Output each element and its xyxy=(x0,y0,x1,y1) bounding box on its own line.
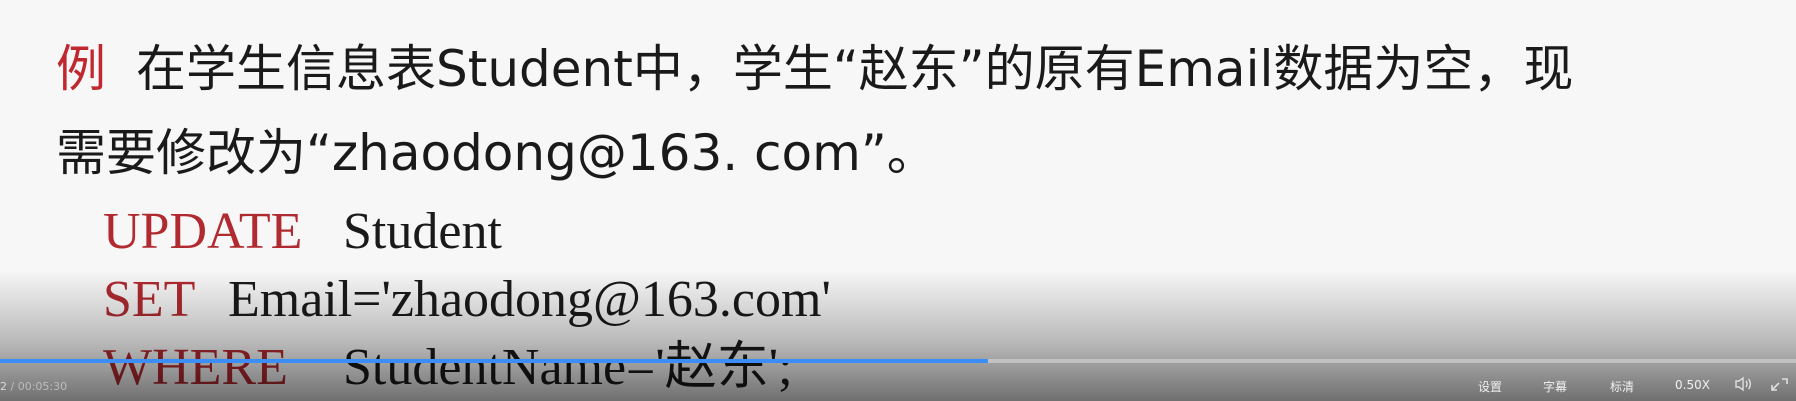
sql-table-name: Student xyxy=(343,203,502,260)
sql-set-clause: Email='zhaodong@163.com' xyxy=(228,271,831,328)
subtitles-button[interactable]: 字幕 xyxy=(1543,378,1567,395)
volume-icon[interactable] xyxy=(1734,376,1752,392)
progress-bar[interactable] xyxy=(0,359,1796,363)
question-line-1: 例在学生信息表Student中，学生“赵东”的原有Email数据为空，现 xyxy=(56,44,1573,94)
sql-keyword-update: UPDATE xyxy=(103,203,303,260)
sql-keyword-set: SET xyxy=(103,271,196,328)
current-time: 2 xyxy=(0,380,7,393)
quality-button[interactable]: 标清 xyxy=(1610,378,1634,395)
time-display: 2 / 00:05:30 xyxy=(0,380,67,393)
playback-speed-button[interactable]: 0.50X xyxy=(1675,378,1710,392)
sql-line-set: SET Email='zhaodong@163.com' xyxy=(103,274,831,326)
total-time: / 00:05:30 xyxy=(10,380,68,393)
question-text-1: 在学生信息表Student中，学生“赵东”的原有Email数据为空，现 xyxy=(136,40,1574,98)
fullscreen-icon[interactable] xyxy=(1770,376,1790,392)
video-frame: 例在学生信息表Student中，学生“赵东”的原有Email数据为空，现 需要修… xyxy=(0,0,1796,401)
player-controls: 2 / 00:05:30 设置 字幕 标清 0.50X xyxy=(0,366,1796,401)
settings-button[interactable]: 设置 xyxy=(1478,378,1502,395)
question-line-2: 需要修改为“zhaodong@163. com”。 xyxy=(56,124,937,182)
sql-line-update: UPDATE Student xyxy=(103,206,502,258)
example-label: 例 xyxy=(56,40,106,98)
progress-played xyxy=(0,359,988,363)
